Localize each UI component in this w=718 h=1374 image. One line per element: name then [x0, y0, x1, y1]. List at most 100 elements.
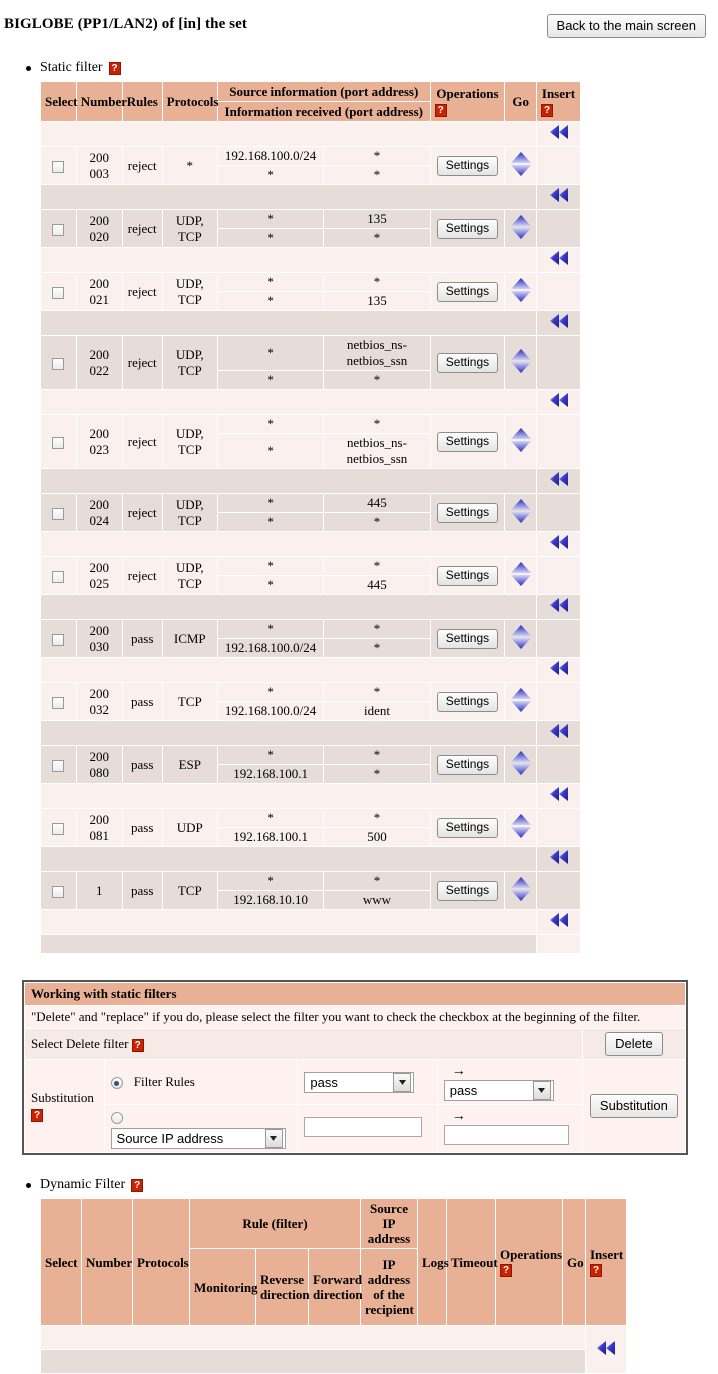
move-up-down-icon[interactable] [510, 750, 532, 776]
settings-button[interactable]: Settings [436, 691, 499, 712]
settings-button[interactable]: Settings [436, 155, 499, 176]
insert-arrow-icon[interactable] [548, 470, 570, 488]
row-insert-spacer [537, 494, 580, 531]
dyn-col-header-ip-address-of-recipient: IP address of the recipient [361, 1249, 417, 1325]
row-protocols: UDP, TCP [162, 210, 217, 247]
move-up-down-icon[interactable] [510, 561, 532, 587]
settings-button[interactable]: Settings [436, 754, 499, 775]
dyn-empty-cell [41, 1326, 585, 1349]
insert-arrow-icon[interactable] [548, 312, 570, 330]
insert-arrow-cell [537, 469, 580, 493]
row-checkbox[interactable] [52, 160, 65, 173]
chevron-down-icon[interactable] [532, 1081, 551, 1100]
insert-arrow-icon[interactable] [548, 186, 570, 204]
insert-arrow-icon[interactable] [548, 249, 570, 267]
move-up-down-icon[interactable] [510, 813, 532, 839]
settings-button[interactable]: Settings [436, 565, 499, 586]
delete-button[interactable]: Delete [605, 1032, 663, 1056]
insert-arrow-icon[interactable] [548, 659, 570, 677]
insert-row-spacer [41, 784, 536, 808]
row-go-cell [505, 494, 536, 531]
settings-button[interactable]: Settings [436, 880, 499, 901]
radio-filter-rules[interactable] [110, 1077, 123, 1090]
row-source-address: * [217, 494, 324, 512]
row-checkbox[interactable] [52, 507, 65, 520]
row-number: 200 032 [76, 683, 122, 720]
move-up-down-icon[interactable] [510, 498, 532, 524]
row-checkbox[interactable] [52, 633, 65, 646]
help-icon[interactable]: ? [590, 1264, 602, 1278]
chevron-down-icon[interactable] [264, 1128, 283, 1148]
row-checkbox[interactable] [52, 357, 65, 370]
row-select-cell [41, 620, 76, 657]
help-icon[interactable]: ? [434, 103, 447, 117]
insert-arrow-icon[interactable] [548, 848, 570, 866]
rule-to-select[interactable]: pass [443, 1080, 554, 1101]
row-go-cell [505, 557, 536, 594]
settings-button[interactable]: Settings [436, 502, 499, 523]
move-up-down-icon[interactable] [510, 687, 532, 713]
row-number: 200 022 [76, 336, 122, 389]
insert-arrow-icon[interactable] [548, 785, 570, 803]
insert-arrow-icon[interactable] [595, 1339, 617, 1357]
row-checkbox[interactable] [52, 436, 65, 449]
filter-number-part: 023 [89, 441, 110, 457]
row-checkbox[interactable] [52, 570, 65, 583]
insert-arrow-icon[interactable] [548, 123, 570, 141]
filter-settings-page: BIGLOBE (PP1/LAN2) of [in] the set Back … [0, 0, 718, 1374]
settings-button[interactable]: Settings [436, 817, 499, 838]
move-up-down-icon[interactable] [510, 214, 532, 240]
field-select[interactable]: Source IP address [110, 1127, 286, 1149]
settings-button[interactable]: Settings [436, 281, 499, 302]
insert-row [41, 595, 580, 619]
filter-number-part: 200 [89, 346, 110, 362]
insert-arrow-icon[interactable] [548, 391, 570, 409]
protocol-part: TCP [177, 512, 202, 528]
settings-button[interactable]: Settings [436, 218, 499, 239]
move-up-down-icon[interactable] [510, 876, 532, 902]
filter-number-part: 200 [89, 275, 110, 291]
row-operations-cell: Settings [430, 494, 505, 531]
help-icon[interactable]: ? [31, 1108, 43, 1122]
row-checkbox[interactable] [52, 822, 65, 835]
value-to-input[interactable] [443, 1125, 569, 1145]
row-received-address: 192.168.100.0/24 [217, 702, 324, 720]
row-number: 200 020 [76, 210, 122, 247]
value-from-input[interactable] [304, 1116, 423, 1137]
move-up-down-icon[interactable] [510, 348, 532, 374]
move-up-down-icon[interactable] [510, 151, 532, 177]
help-icon[interactable]: ? [541, 103, 553, 117]
move-up-down-icon[interactable] [510, 624, 532, 650]
row-checkbox[interactable] [52, 286, 65, 299]
help-icon[interactable]: ? [131, 1178, 144, 1192]
chevron-down-icon[interactable] [393, 1072, 412, 1092]
settings-button[interactable]: Settings [436, 352, 499, 373]
move-up-down-icon[interactable] [510, 277, 532, 303]
insert-arrow-cell [537, 658, 580, 682]
substitution-label: Substitution [31, 1090, 94, 1105]
settings-button[interactable]: Settings [436, 431, 499, 452]
table-row: 200 080 pass ESP * * Settings [41, 746, 580, 783]
radio-field-substitution[interactable] [110, 1111, 123, 1124]
help-icon[interactable]: ? [131, 1038, 144, 1052]
back-to-main-screen-button[interactable]: Back to the main screen [546, 14, 706, 38]
row-checkbox[interactable] [52, 759, 65, 772]
settings-button[interactable]: Settings [436, 628, 499, 649]
move-up-down-icon[interactable] [510, 427, 532, 453]
help-icon[interactable]: ? [500, 1264, 512, 1278]
substitution-button[interactable]: Substitution [589, 1094, 678, 1118]
row-go-cell [505, 746, 536, 783]
row-checkbox[interactable] [52, 885, 65, 898]
row-source-port: * [324, 620, 430, 638]
insert-arrow-icon[interactable] [548, 911, 570, 929]
help-icon[interactable]: ? [108, 61, 121, 75]
row-checkbox[interactable] [52, 696, 65, 709]
row-received-port: * [324, 765, 430, 783]
protocol-part: TCP [177, 362, 202, 378]
insert-arrow-icon[interactable] [548, 533, 570, 551]
insert-arrow-icon[interactable] [548, 722, 570, 740]
row-checkbox[interactable] [52, 223, 65, 236]
rule-from-select[interactable]: pass [304, 1071, 415, 1093]
insert-arrow-icon[interactable] [548, 596, 570, 614]
row-received-port: * [324, 639, 430, 657]
